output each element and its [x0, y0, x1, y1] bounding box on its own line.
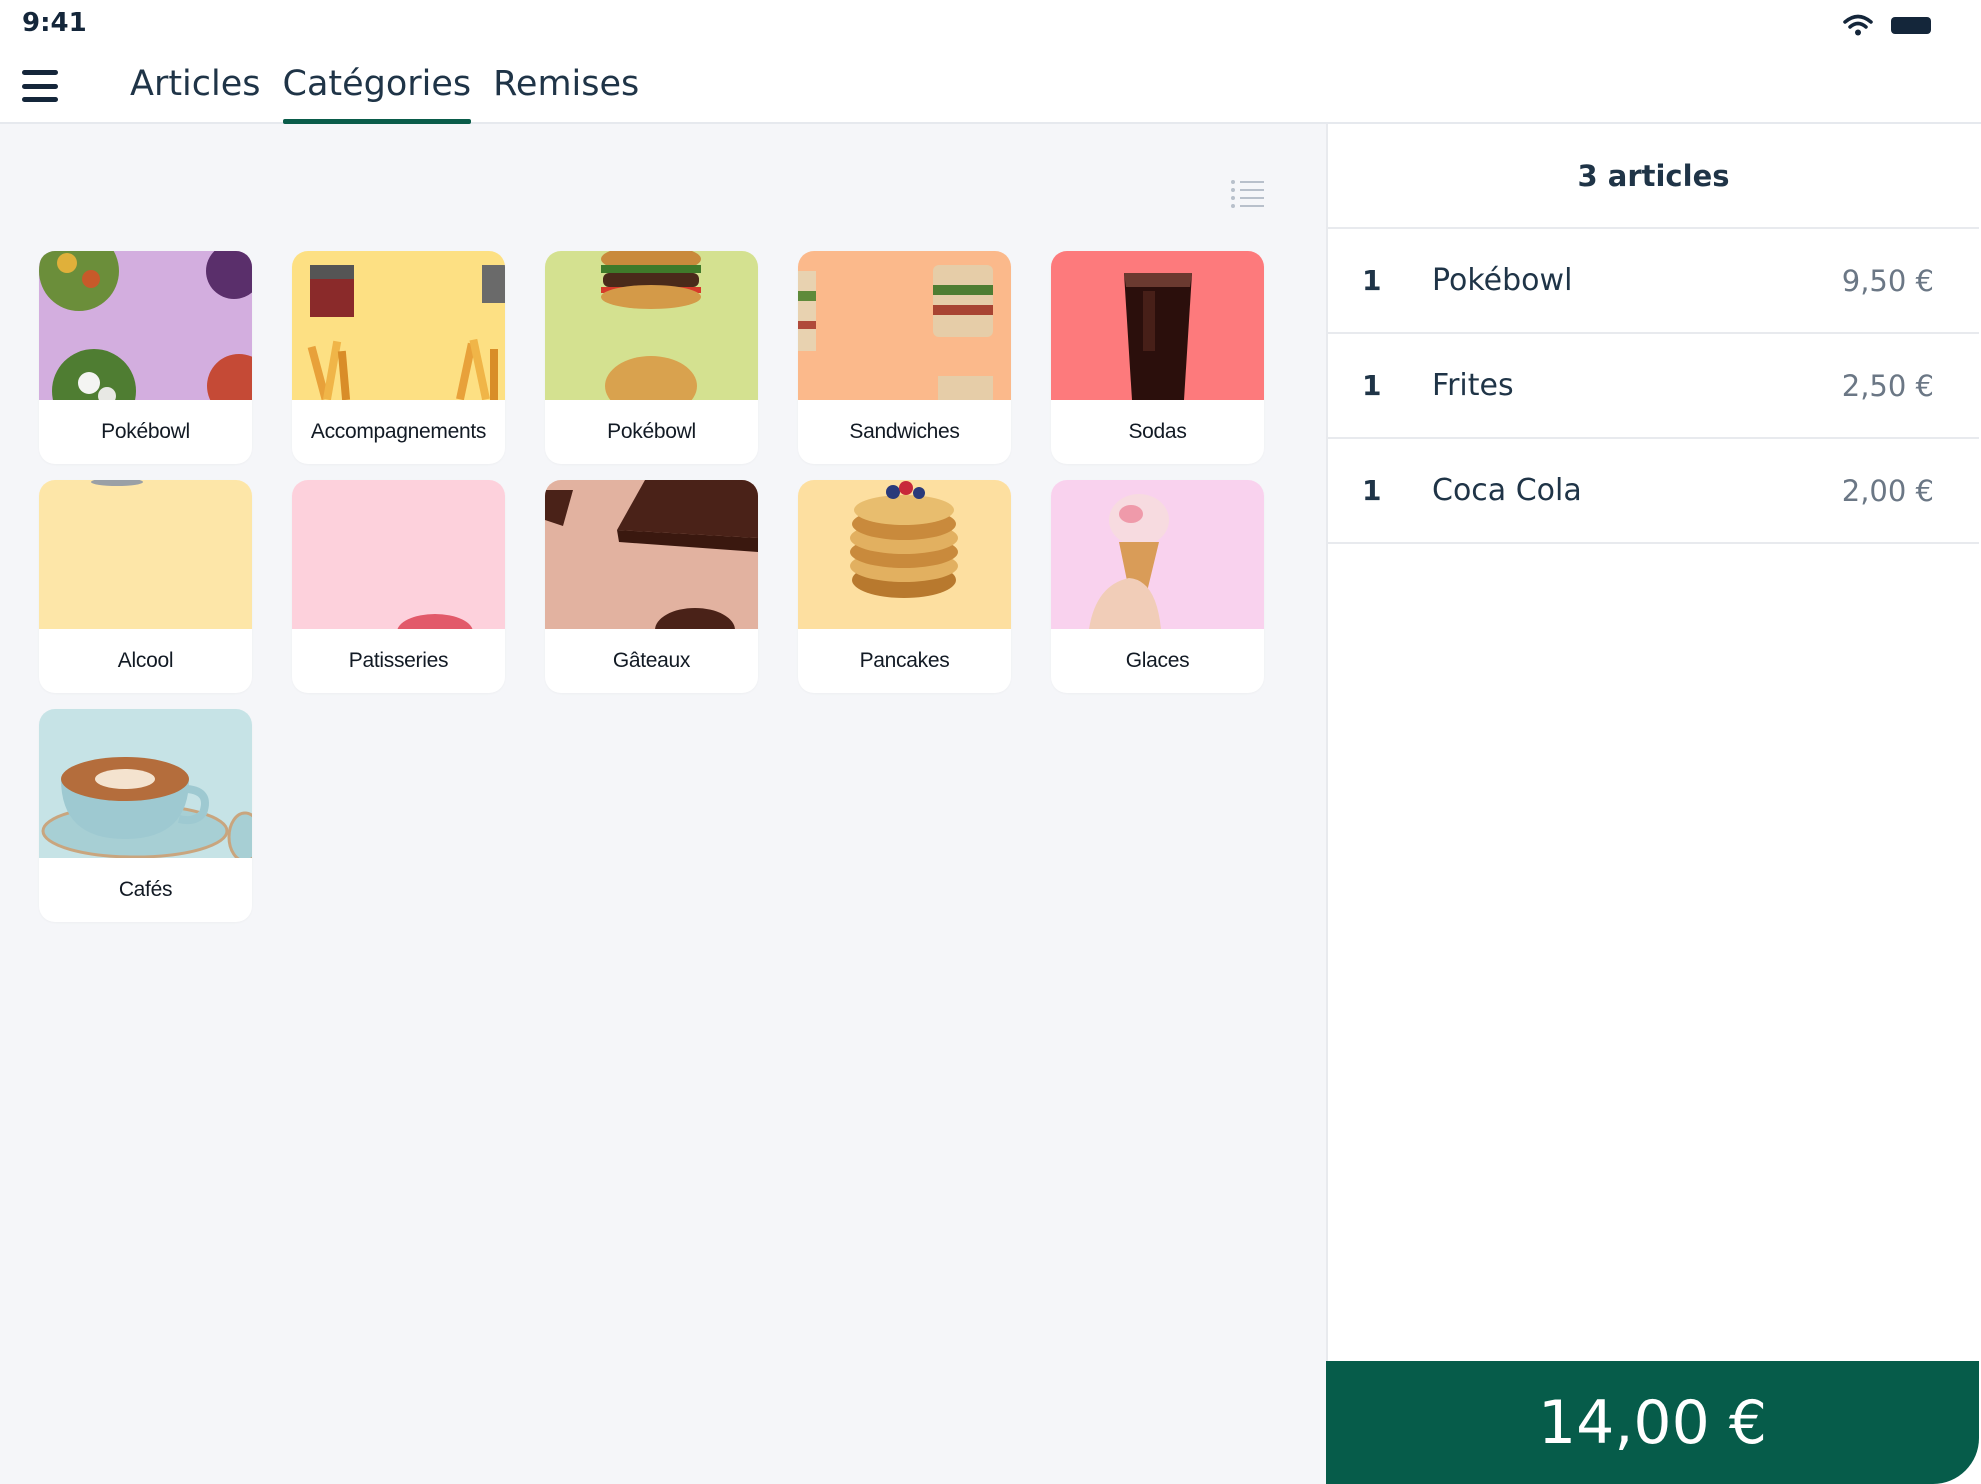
order-item-quantity: 1	[1362, 264, 1382, 297]
category-image	[39, 709, 252, 858]
category-tile[interactable]: Pancakes	[798, 480, 1011, 693]
status-icons	[1843, 14, 1931, 36]
order-item-name: Coca Cola	[1432, 473, 1582, 508]
category-image	[39, 480, 252, 629]
category-image	[1051, 480, 1264, 629]
category-tile[interactable]: Sandwiches	[798, 251, 1011, 464]
order-item[interactable]: 1 Frites 2,50 €	[1328, 334, 1979, 439]
category-image	[545, 480, 758, 629]
order-item[interactable]: 1 Coca Cola 2,00 €	[1328, 439, 1979, 544]
category-label: Cafés	[118, 878, 173, 901]
tab-bar: Articles Catégories Remises	[130, 48, 639, 124]
order-item[interactable]: 1 Pokébowl 9,50 €	[1328, 229, 1979, 334]
battery-icon	[1891, 16, 1931, 34]
order-item-name: Frites	[1432, 368, 1514, 403]
tab-categories[interactable]: Catégories	[282, 48, 471, 124]
order-title: 3 articles	[1328, 124, 1979, 229]
order-panel: 3 articles 1 Pokébowl 9,50 € 1 Frites 2,…	[1326, 124, 1979, 1484]
order-item-quantity: 1	[1362, 369, 1382, 402]
tab-articles[interactable]: Articles	[130, 48, 261, 124]
category-label: Alcool	[117, 649, 174, 672]
order-item-price: 2,00 €	[1841, 473, 1934, 508]
category-tile[interactable]: Sodas	[1051, 251, 1264, 464]
category-tile[interactable]: Cafés	[39, 709, 252, 922]
category-label: Patisseries	[348, 649, 449, 672]
list-view-icon[interactable]	[1230, 178, 1264, 210]
category-image	[1051, 251, 1264, 400]
hamburger-menu-icon[interactable]	[22, 70, 58, 102]
category-tile[interactable]: Alcool	[39, 480, 252, 693]
category-label: Glaces	[1125, 649, 1190, 672]
status-bar: 9:41	[0, 0, 1981, 48]
category-label: Pokébowl	[101, 420, 190, 443]
order-item-price: 2,50 €	[1841, 368, 1934, 403]
wifi-icon	[1843, 14, 1873, 36]
category-grid: Pokébowl Accompagnements Pokébowl Sandwi…	[39, 251, 1264, 922]
tab-remises[interactable]: Remises	[493, 48, 639, 124]
order-item-quantity: 1	[1362, 474, 1382, 507]
checkout-total-button[interactable]: 14,00 €	[1326, 1361, 1979, 1484]
category-label: Sodas	[1128, 420, 1187, 443]
category-image	[292, 251, 505, 400]
category-tile[interactable]: Patisseries	[292, 480, 505, 693]
category-image	[39, 251, 252, 400]
status-time: 9:41	[22, 8, 87, 38]
category-tile[interactable]: Gâteaux	[545, 480, 758, 693]
category-label: Gâteaux	[612, 649, 691, 672]
category-label: Sandwiches	[849, 420, 960, 443]
category-tile[interactable]: Pokébowl	[39, 251, 252, 464]
order-item-name: Pokébowl	[1432, 263, 1573, 298]
category-image	[798, 251, 1011, 400]
category-label: Accompagnements	[310, 420, 487, 443]
category-tile[interactable]: Glaces	[1051, 480, 1264, 693]
category-image	[545, 251, 758, 400]
category-label: Pokébowl	[607, 420, 696, 443]
categories-panel: Pokébowl Accompagnements Pokébowl Sandwi…	[0, 124, 1326, 1484]
category-tile[interactable]: Pokébowl	[545, 251, 758, 464]
order-item-price: 9,50 €	[1841, 263, 1934, 298]
top-navigation: Articles Catégories Remises	[0, 48, 1981, 124]
category-label: Pancakes	[859, 649, 950, 672]
category-tile[interactable]: Accompagnements	[292, 251, 505, 464]
category-image	[798, 480, 1011, 629]
category-image	[292, 480, 505, 629]
